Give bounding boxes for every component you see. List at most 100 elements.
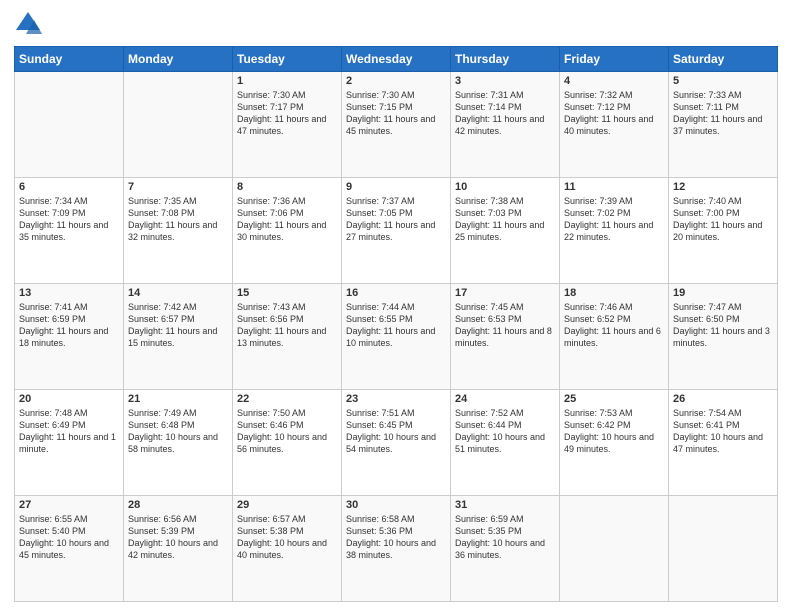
day-info: Sunrise: 7:33 AM Sunset: 7:11 PM Dayligh… — [673, 89, 773, 138]
calendar-week-4: 20Sunrise: 7:48 AM Sunset: 6:49 PM Dayli… — [15, 390, 778, 496]
calendar-cell: 29 Sunrise: 6:57 AM Sunset: 5:38 PM Dayli… — [233, 496, 342, 602]
calendar-cell: 15Sunrise: 7:43 AM Sunset: 6:56 PM Dayli… — [233, 284, 342, 390]
day-info: Sunrise: 7:30 AM Sunset: 7:15 PM Dayligh… — [346, 89, 446, 138]
calendar-cell: 14 Sunrise: 7:42 AM Sunset: 6:57 PM Dayli… — [124, 284, 233, 390]
calendar-cell — [669, 496, 778, 602]
day-info: Sunrise: 7:49 AM Sunset: 6:48 PM Dayligh… — [128, 407, 228, 456]
calendar-cell: 4 Sunrise: 7:32 AM Sunset: 7:12 PM Daylig… — [560, 72, 669, 178]
weekday-header-thursday: Thursday — [451, 47, 560, 72]
day-info: Sunrise: 7:53 AM Sunset: 6:42 PM Dayligh… — [564, 407, 664, 456]
day-number: 9 — [346, 181, 446, 193]
day-info: Sunrise: 7:52 AM Sunset: 6:44 PM Dayligh… — [455, 407, 555, 456]
calendar-cell: 16 Sunrise: 7:44 AM Sunset: 6:55 PM Dayli… — [342, 284, 451, 390]
calendar-cell: 23 Sunrise: 7:51 AM Sunset: 6:45 PM Dayli… — [342, 390, 451, 496]
calendar-cell: 21 Sunrise: 7:49 AM Sunset: 6:48 PM Dayli… — [124, 390, 233, 496]
day-number: 7 — [128, 181, 228, 193]
calendar-cell: 9 Sunrise: 7:37 AM Sunset: 7:05 PM Daylig… — [342, 178, 451, 284]
day-info: Sunrise: 7:54 AM Sunset: 6:41 PM Dayligh… — [673, 407, 773, 456]
weekday-header-friday: Friday — [560, 47, 669, 72]
day-info: Sunrise: 7:45 AM Sunset: 6:53 PM Dayligh… — [455, 301, 555, 350]
day-number: 23 — [346, 393, 446, 405]
day-number: 4 — [564, 75, 664, 87]
day-number: 25 — [564, 393, 664, 405]
day-number: 21 — [128, 393, 228, 405]
day-info: Sunrise: 7:51 AM Sunset: 6:45 PM Dayligh… — [346, 407, 446, 456]
day-info: Sunrise: 6:59 AM Sunset: 5:35 PM Dayligh… — [455, 513, 555, 562]
day-info: Sunrise: 7:34 AM Sunset: 7:09 PM Dayligh… — [19, 195, 119, 244]
calendar-cell: 10 Sunrise: 7:38 AM Sunset: 7:03 PM Dayli… — [451, 178, 560, 284]
day-info: Sunrise: 7:32 AM Sunset: 7:12 PM Dayligh… — [564, 89, 664, 138]
day-number: 3 — [455, 75, 555, 87]
calendar-cell: 17 Sunrise: 7:45 AM Sunset: 6:53 PM Dayli… — [451, 284, 560, 390]
day-number: 24 — [455, 393, 555, 405]
day-info: Sunrise: 7:35 AM Sunset: 7:08 PM Dayligh… — [128, 195, 228, 244]
calendar-cell: 5 Sunrise: 7:33 AM Sunset: 7:11 PM Daylig… — [669, 72, 778, 178]
day-number: 2 — [346, 75, 446, 87]
calendar-cell: 25 Sunrise: 7:53 AM Sunset: 6:42 PM Dayli… — [560, 390, 669, 496]
calendar-week-3: 13Sunrise: 7:41 AM Sunset: 6:59 PM Dayli… — [15, 284, 778, 390]
day-info: Sunrise: 7:37 AM Sunset: 7:05 PM Dayligh… — [346, 195, 446, 244]
day-info: Sunrise: 7:46 AM Sunset: 6:52 PM Dayligh… — [564, 301, 664, 350]
day-number: 15 — [237, 287, 337, 299]
day-info: Sunrise: 6:56 AM Sunset: 5:39 PM Dayligh… — [128, 513, 228, 562]
day-number: 31 — [455, 499, 555, 511]
day-info: Sunrise: 6:55 AM Sunset: 5:40 PM Dayligh… — [19, 513, 119, 562]
calendar-header-row: SundayMondayTuesdayWednesdayThursdayFrid… — [15, 47, 778, 72]
calendar-cell: 1 Sunrise: 7:30 AM Sunset: 7:17 PM Daylig… — [233, 72, 342, 178]
day-number: 13 — [19, 287, 119, 299]
calendar-cell: 19 Sunrise: 7:47 AM Sunset: 6:50 PM Dayli… — [669, 284, 778, 390]
day-number: 6 — [19, 181, 119, 193]
weekday-header-saturday: Saturday — [669, 47, 778, 72]
weekday-header-monday: Monday — [124, 47, 233, 72]
day-number: 8 — [237, 181, 337, 193]
calendar-cell: 22 Sunrise: 7:50 AM Sunset: 6:46 PM Dayli… — [233, 390, 342, 496]
calendar-cell: 28 Sunrise: 6:56 AM Sunset: 5:39 PM Dayli… — [124, 496, 233, 602]
day-number: 19 — [673, 287, 773, 299]
calendar-cell: 11 Sunrise: 7:39 AM Sunset: 7:02 PM Dayli… — [560, 178, 669, 284]
calendar-cell: 13Sunrise: 7:41 AM Sunset: 6:59 PM Dayli… — [15, 284, 124, 390]
calendar-cell: 26Sunrise: 7:54 AM Sunset: 6:41 PM Dayli… — [669, 390, 778, 496]
day-info: Sunrise: 7:42 AM Sunset: 6:57 PM Dayligh… — [128, 301, 228, 350]
calendar-cell: 24 Sunrise: 7:52 AM Sunset: 6:44 PM Dayli… — [451, 390, 560, 496]
day-info: Sunrise: 6:58 AM Sunset: 5:36 PM Dayligh… — [346, 513, 446, 562]
weekday-header-sunday: Sunday — [15, 47, 124, 72]
weekday-header-tuesday: Tuesday — [233, 47, 342, 72]
logo — [14, 10, 46, 38]
day-number: 10 — [455, 181, 555, 193]
day-info: Sunrise: 7:44 AM Sunset: 6:55 PM Dayligh… — [346, 301, 446, 350]
day-number: 5 — [673, 75, 773, 87]
day-number: 27 — [19, 499, 119, 511]
day-info: Sunrise: 7:50 AM Sunset: 6:46 PM Dayligh… — [237, 407, 337, 456]
day-number: 1 — [237, 75, 337, 87]
day-number: 11 — [564, 181, 664, 193]
calendar-cell: 18 Sunrise: 7:46 AM Sunset: 6:52 PM Dayli… — [560, 284, 669, 390]
calendar-cell: 30Sunrise: 6:58 AM Sunset: 5:36 PM Dayli… — [342, 496, 451, 602]
day-number: 28 — [128, 499, 228, 511]
day-number: 17 — [455, 287, 555, 299]
calendar-week-1: 1 Sunrise: 7:30 AM Sunset: 7:17 PM Daylig… — [15, 72, 778, 178]
calendar-cell — [124, 72, 233, 178]
day-number: 14 — [128, 287, 228, 299]
header — [14, 10, 778, 38]
day-number: 16 — [346, 287, 446, 299]
calendar-cell: 8Sunrise: 7:36 AM Sunset: 7:06 PM Daylig… — [233, 178, 342, 284]
calendar-week-2: 6 Sunrise: 7:34 AM Sunset: 7:09 PM Daylig… — [15, 178, 778, 284]
day-info: Sunrise: 7:47 AM Sunset: 6:50 PM Dayligh… — [673, 301, 773, 350]
day-number: 29 — [237, 499, 337, 511]
calendar-week-5: 27 Sunrise: 6:55 AM Sunset: 5:40 PM Dayli… — [15, 496, 778, 602]
calendar-cell: 7 Sunrise: 7:35 AM Sunset: 7:08 PM Daylig… — [124, 178, 233, 284]
day-info: Sunrise: 6:57 AM Sunset: 5:38 PM Dayligh… — [237, 513, 337, 562]
calendar-cell — [15, 72, 124, 178]
day-number: 18 — [564, 287, 664, 299]
calendar-cell: 31 Sunrise: 6:59 AM Sunset: 5:35 PM Dayli… — [451, 496, 560, 602]
calendar-table: SundayMondayTuesdayWednesdayThursdayFrid… — [14, 46, 778, 602]
calendar-cell: 12Sunrise: 7:40 AM Sunset: 7:00 PM Dayli… — [669, 178, 778, 284]
day-number: 22 — [237, 393, 337, 405]
day-info: Sunrise: 7:39 AM Sunset: 7:02 PM Dayligh… — [564, 195, 664, 244]
day-info: Sunrise: 7:38 AM Sunset: 7:03 PM Dayligh… — [455, 195, 555, 244]
weekday-header-wednesday: Wednesday — [342, 47, 451, 72]
calendar-cell: 2 Sunrise: 7:30 AM Sunset: 7:15 PM Daylig… — [342, 72, 451, 178]
calendar-cell: 27 Sunrise: 6:55 AM Sunset: 5:40 PM Dayli… — [15, 496, 124, 602]
day-info: Sunrise: 7:30 AM Sunset: 7:17 PM Dayligh… — [237, 89, 337, 138]
logo-icon — [14, 10, 42, 38]
